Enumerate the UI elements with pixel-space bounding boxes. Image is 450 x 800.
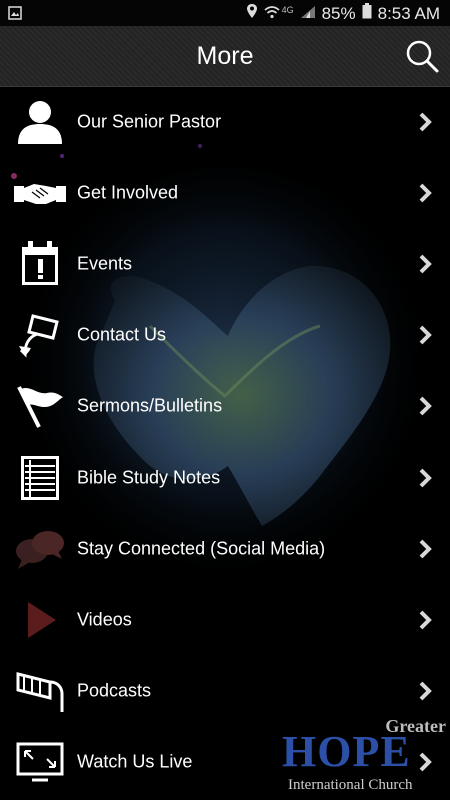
menu-item-label: Contact Us [77,324,167,345]
network-label: 4G [281,4,294,15]
search-icon [406,40,439,73]
tv-screen-icon [14,736,66,788]
chevron-right-icon [419,539,432,559]
menu-item-label: Get Involved [77,182,179,203]
menu-item-events[interactable]: Events [0,228,450,299]
menu-item-videos[interactable]: Videos [0,584,450,655]
chevron-right-icon [419,325,432,345]
menu-item-label: Sermons/Bulletins [77,395,223,416]
chevron-right-icon [419,610,432,630]
menu-item-label: Watch Us Live [77,751,193,772]
sign-arrow-icon [14,309,66,361]
menu-item-label: Podcasts [77,680,152,701]
battery-percent: 85% [321,3,356,23]
chevron-right-icon [419,681,432,701]
clock: 8:53 AM [377,3,440,23]
calendar-icon [14,238,66,290]
chevron-right-icon [419,254,432,274]
menu-item-stay-connected[interactable]: Stay Connected (Social Media) [0,513,450,584]
menu-item-label: Bible Study Notes [77,467,221,488]
chevron-right-icon [419,112,432,132]
flag-icon [14,380,66,432]
menu-item-label: Events [77,253,133,274]
chevron-right-icon [419,183,432,203]
battery-icon [362,3,372,24]
menu-item-label: Videos [77,609,132,630]
wifi-icon [264,4,280,24]
header-bar: More [0,26,450,87]
menu-item-label: Our Senior Pastor [77,111,222,132]
menu-item-bible-study-notes[interactable]: Bible Study Notes [0,442,450,513]
megaphone-icon [14,665,66,717]
church-logo: Greater HOPE International Church [282,716,446,793]
menu-list: Our Senior Pastor Get Involved Events Co… [0,86,450,798]
chevron-right-icon [419,468,432,487]
play-icon [14,594,66,646]
chevron-right-icon [419,396,432,416]
handshake-icon [14,167,66,219]
chat-bubbles-icon [14,523,66,575]
menu-item-contact-us[interactable]: Contact Us [0,300,450,371]
location-icon [246,3,258,24]
menu-item-label: Stay Connected (Social Media) [77,538,326,559]
search-button[interactable] [404,38,440,74]
signal-icon [300,4,316,24]
status-bar: 4G 85% 8:53 AM [0,0,450,26]
menu-item-senior-pastor[interactable]: Our Senior Pastor [0,86,450,157]
menu-item-sermons-bulletins[interactable]: Sermons/Bulletins [0,371,450,442]
person-icon [14,96,66,148]
notes-icon [14,452,66,504]
gallery-icon [8,5,22,25]
page-title: More [196,42,254,70]
menu-item-get-involved[interactable]: Get Involved [0,157,450,228]
